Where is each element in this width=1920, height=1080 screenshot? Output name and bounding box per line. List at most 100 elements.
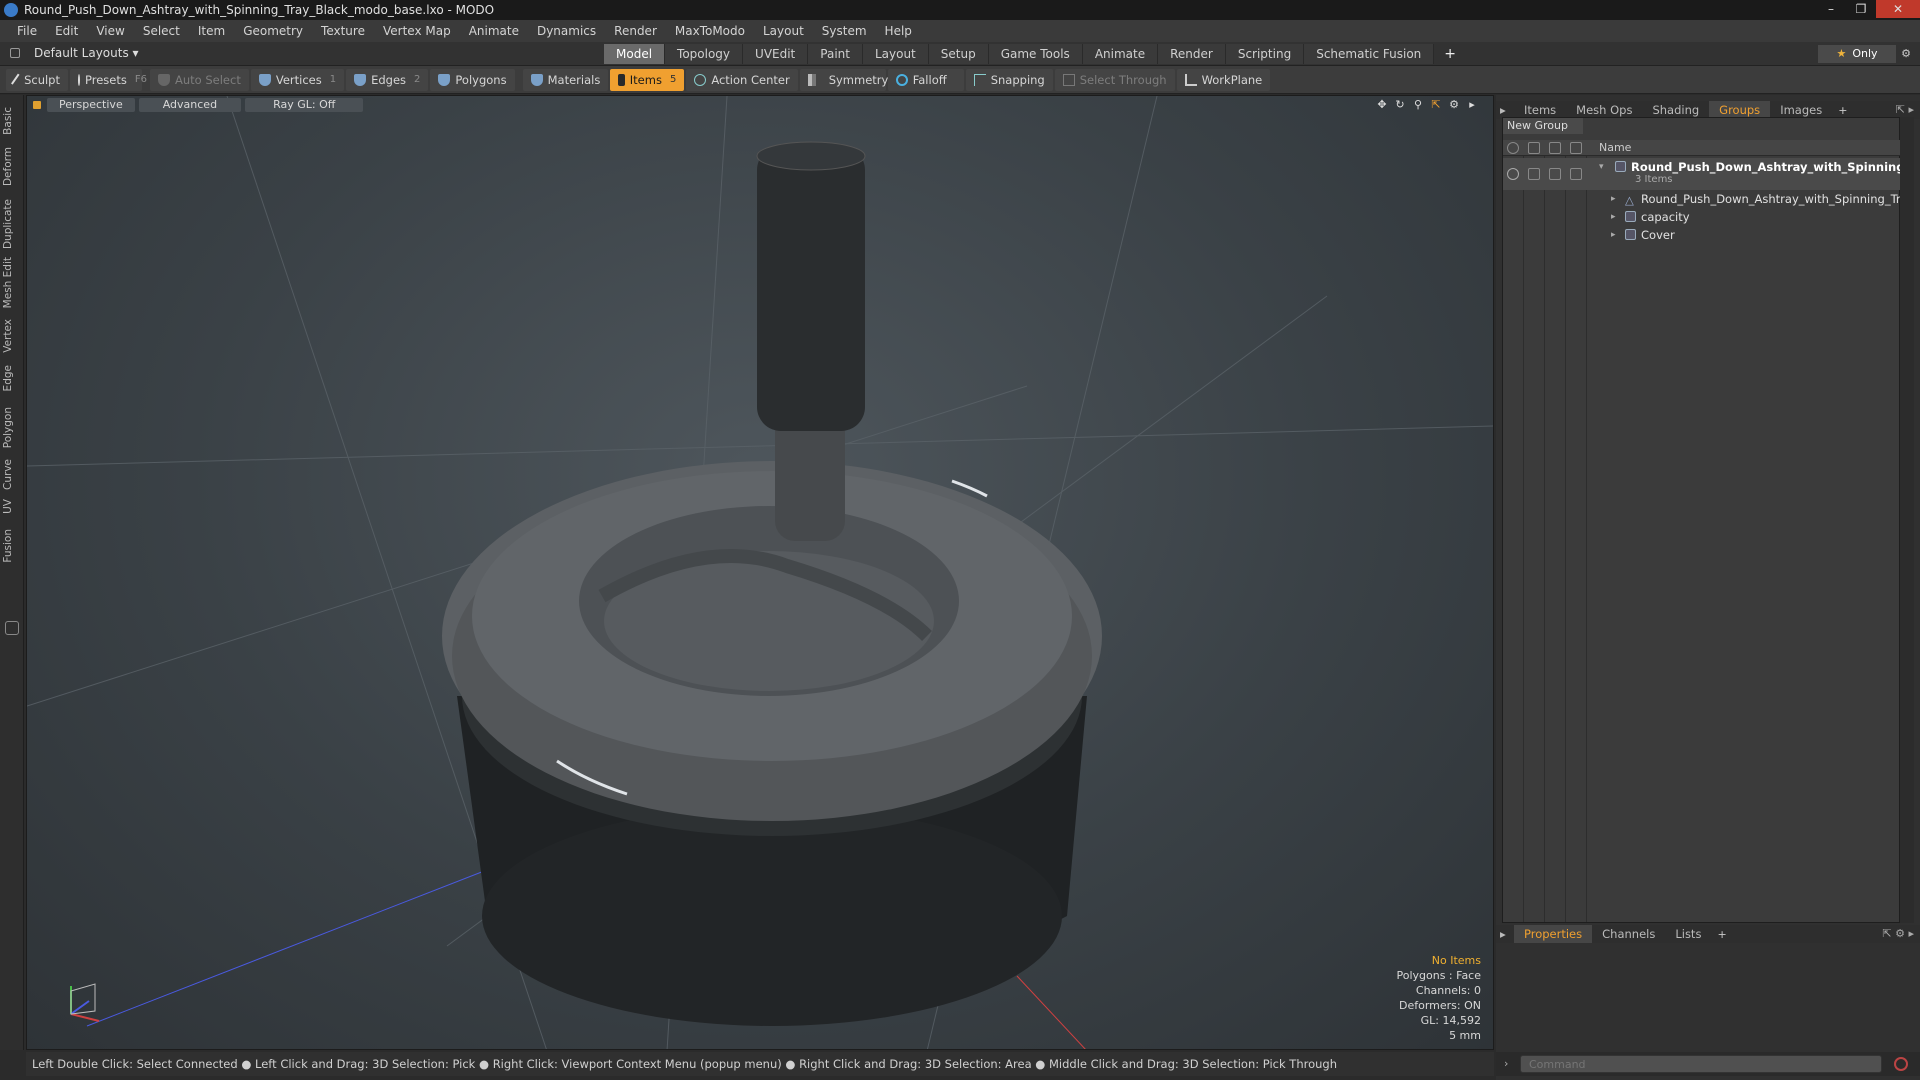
- menu-geometry[interactable]: Geometry: [234, 24, 312, 38]
- panel-expand-icon[interactable]: ⇱ ▸: [1896, 103, 1914, 116]
- tab-scripting[interactable]: Scripting: [1225, 44, 1305, 64]
- items-button[interactable]: Items 5: [610, 68, 685, 91]
- tab-uvedit[interactable]: UVEdit: [743, 44, 809, 64]
- tab-game-tools[interactable]: Game Tools: [988, 44, 1083, 64]
- rotate-icon[interactable]: ↻: [1391, 98, 1409, 112]
- tab-properties[interactable]: Properties: [1514, 925, 1593, 943]
- view-type-button[interactable]: Perspective: [47, 98, 135, 112]
- tree-item-mesh[interactable]: ▸ △ Round_Push_Down_Ashtray_with_Spinnin…: [1503, 190, 1901, 208]
- viewport-expand-icon[interactable]: ▸: [1463, 98, 1481, 112]
- menu-system[interactable]: System: [813, 24, 876, 38]
- tab-layout[interactable]: Layout: [862, 44, 929, 64]
- falloff-button[interactable]: Falloff: [887, 68, 964, 91]
- menu-texture[interactable]: Texture: [312, 24, 374, 38]
- eye-icon[interactable]: [1507, 168, 1519, 180]
- snapping-button[interactable]: Snapping: [965, 68, 1053, 91]
- presets-button[interactable]: Presets F6: [70, 68, 147, 91]
- new-group-button[interactable]: New Group: [1503, 118, 1583, 134]
- polygons-button[interactable]: Polygons: [430, 68, 515, 91]
- props-expand-icon[interactable]: ⇱ ⚙ ▸: [1882, 927, 1914, 940]
- record-macro-icon[interactable]: [1894, 1057, 1908, 1071]
- tab-channels[interactable]: Channels: [1592, 925, 1665, 943]
- lock-toggle-icon[interactable]: [1549, 168, 1561, 180]
- fit-icon[interactable]: ⇱: [1427, 98, 1445, 112]
- menu-maxtomodo[interactable]: MaxToModo: [666, 24, 754, 38]
- left-tab-mesh-edit[interactable]: Mesh Edit: [2, 257, 22, 308]
- only-button[interactable]: ★ Only: [1818, 45, 1896, 63]
- zoom-icon[interactable]: ⚲: [1409, 98, 1427, 112]
- tab-paint[interactable]: Paint: [808, 44, 863, 64]
- menu-vertex-map[interactable]: Vertex Map: [374, 24, 460, 38]
- left-panel-toggle-icon[interactable]: [5, 621, 19, 635]
- visibility-column-icon[interactable]: [1507, 142, 1519, 154]
- select-column-icon[interactable]: [1570, 142, 1582, 154]
- sculpt-button[interactable]: Sculpt: [6, 68, 68, 91]
- menu-item[interactable]: Item: [189, 24, 234, 38]
- expand-icon[interactable]: ▸: [1611, 194, 1619, 204]
- default-layouts-dropdown[interactable]: Default Layouts ▾: [10, 46, 139, 60]
- viewport-menu-icon[interactable]: [33, 101, 41, 109]
- tab-animate[interactable]: Animate: [1082, 44, 1159, 64]
- gear-icon[interactable]: ⚙: [1896, 45, 1916, 63]
- left-tab-polygon[interactable]: Polygon: [2, 407, 22, 448]
- name-column-header[interactable]: Name: [1599, 141, 1631, 154]
- lock-column-icon[interactable]: [1549, 142, 1561, 154]
- render-toggle-icon[interactable]: [1528, 168, 1540, 180]
- vertices-button[interactable]: Vertices 1: [250, 68, 345, 91]
- select-toggle-icon[interactable]: [1570, 168, 1582, 180]
- tab-schematic-fusion[interactable]: Schematic Fusion: [1304, 44, 1435, 64]
- close-icon[interactable]: ✕: [1876, 0, 1920, 18]
- menu-animate[interactable]: Animate: [460, 24, 528, 38]
- menu-dynamics[interactable]: Dynamics: [528, 24, 605, 38]
- menu-layout[interactable]: Layout: [754, 24, 813, 38]
- tab-render[interactable]: Render: [1158, 44, 1226, 64]
- 3d-viewport[interactable]: Perspective Advanced Ray GL: Off ✥ ↻ ⚲ ⇱…: [26, 95, 1494, 1050]
- viewport-settings-icon[interactable]: ⚙: [1445, 98, 1463, 112]
- left-tab-curve[interactable]: Curve: [2, 459, 22, 490]
- tab-lists[interactable]: Lists: [1665, 925, 1711, 943]
- edges-button[interactable]: Edges 2: [346, 68, 429, 91]
- command-input[interactable]: [1520, 1055, 1882, 1073]
- command-history-icon[interactable]: ›: [1504, 1057, 1508, 1070]
- add-props-tab-icon[interactable]: +: [1711, 928, 1732, 941]
- tree-item-capacity[interactable]: ▸ capacity: [1503, 208, 1901, 226]
- expand-icon[interactable]: ▸: [1611, 212, 1619, 222]
- left-tab-edge[interactable]: Edge: [2, 365, 22, 391]
- minimize-icon[interactable]: –: [1816, 0, 1846, 18]
- panel-grip-icon[interactable]: ▸: [1496, 925, 1514, 943]
- left-tab-basic[interactable]: Basic: [2, 107, 22, 135]
- tab-setup[interactable]: Setup: [928, 44, 989, 64]
- menu-help[interactable]: Help: [876, 24, 921, 38]
- collapse-icon[interactable]: ▾: [1599, 162, 1607, 172]
- menu-render[interactable]: Render: [605, 24, 666, 38]
- restore-icon[interactable]: ❐: [1846, 0, 1876, 18]
- group-row[interactable]: ▾ Round_Push_Down_Ashtray_with_Spinning_…: [1503, 158, 1901, 190]
- add-panel-tab-icon[interactable]: +: [1832, 104, 1853, 117]
- auto-select-button[interactable]: Auto Select: [150, 68, 249, 91]
- select-through-button[interactable]: Select Through: [1054, 68, 1175, 91]
- left-tab-deform[interactable]: Deform: [2, 147, 22, 186]
- menu-file[interactable]: File: [8, 24, 46, 38]
- pan-icon[interactable]: ✥: [1373, 98, 1391, 112]
- left-tab-fusion[interactable]: Fusion: [2, 529, 22, 563]
- outliner-scrollbar[interactable]: [1900, 117, 1914, 923]
- raygl-button[interactable]: Ray GL: Off: [245, 98, 364, 112]
- expand-icon[interactable]: ▸: [1611, 230, 1619, 240]
- materials-button[interactable]: Materials: [522, 68, 609, 91]
- shading-mode-button[interactable]: Advanced: [138, 98, 242, 112]
- tab-topology[interactable]: Topology: [665, 44, 744, 64]
- left-tab-duplicate[interactable]: Duplicate: [2, 199, 22, 249]
- left-tab-vertex[interactable]: Vertex: [2, 319, 22, 353]
- layout-lock-icon[interactable]: [10, 48, 20, 58]
- menu-view[interactable]: View: [87, 24, 133, 38]
- action-center-button[interactable]: Action Center: [686, 68, 798, 91]
- add-layout-tab-icon[interactable]: +: [1434, 44, 1466, 64]
- menu-select[interactable]: Select: [134, 24, 189, 38]
- left-tab-uv[interactable]: UV: [2, 499, 22, 514]
- scene-render[interactable]: [27, 96, 1494, 1050]
- menu-edit[interactable]: Edit: [46, 24, 87, 38]
- tab-model[interactable]: Model: [604, 44, 666, 64]
- tree-item-cover[interactable]: ▸ Cover: [1503, 226, 1901, 244]
- workplane-button[interactable]: WorkPlane: [1176, 68, 1271, 91]
- symmetry-button[interactable]: Symmetry: [799, 68, 888, 91]
